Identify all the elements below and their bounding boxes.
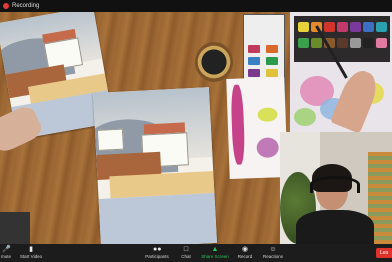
- reactions-button[interactable]: ☺ Reactions: [260, 244, 286, 262]
- share-screen-button[interactable]: ▲ Share Screen: [200, 244, 230, 262]
- share-screen-icon: ▲: [211, 246, 219, 253]
- participants-icon: ●●: [153, 246, 162, 253]
- reactions-icon: ☺: [269, 246, 277, 253]
- video-camera-icon: ▮: [29, 246, 33, 253]
- microphone-icon: 🎤: [2, 246, 11, 253]
- participants-button[interactable]: ●● Participants: [144, 244, 170, 262]
- presenter-body: [296, 210, 374, 244]
- recording-label: Recording: [12, 3, 40, 9]
- headset-icon: [310, 176, 360, 193]
- record-icon: ◉: [241, 246, 249, 253]
- start-video-button[interactable]: ▮ Start Video: [18, 244, 44, 262]
- overhead-camera-feed: [290, 12, 392, 132]
- color-swatch-card: [226, 77, 288, 179]
- meeting-toolbar: 🎤 mute ▮ Start Video ●● Participants □ C…: [0, 244, 392, 262]
- leave-button[interactable]: Lea: [376, 248, 392, 258]
- mute-button[interactable]: 🎤 mute: [0, 244, 14, 262]
- recording-indicator-icon: [3, 3, 9, 9]
- painter-sleeve: [0, 212, 30, 244]
- recording-bar: Recording: [0, 0, 392, 12]
- painting-sheet-center: [92, 87, 218, 244]
- chat-icon: □: [183, 246, 189, 253]
- chat-button[interactable]: □ Chat: [176, 244, 196, 262]
- presenter-webcam-feed: [280, 132, 392, 244]
- video-area: [0, 12, 392, 244]
- paint-box: [294, 16, 390, 62]
- main-video-feed: [0, 12, 290, 244]
- water-jar: [195, 42, 233, 82]
- record-button[interactable]: ◉ Record: [234, 244, 256, 262]
